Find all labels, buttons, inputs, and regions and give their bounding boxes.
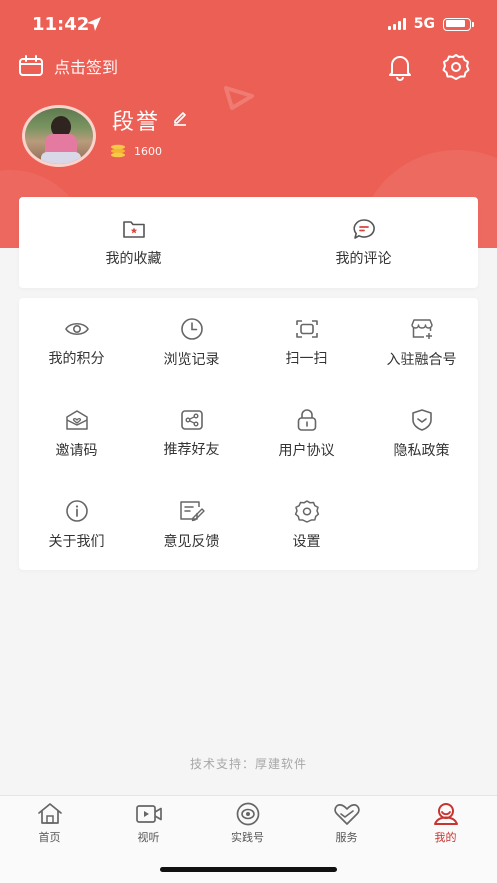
battery-icon (443, 17, 474, 31)
lock-icon (297, 409, 316, 431)
user-agreement-button[interactable]: 用户协议 (249, 389, 364, 479)
join-account-button[interactable]: 入驻融合号 (364, 298, 479, 388)
coins-value: 1600 (134, 144, 162, 158)
location-arrow-icon (87, 17, 101, 31)
tab-service[interactable]: 服务 (297, 802, 396, 845)
tab-video[interactable]: 视听 (99, 802, 198, 845)
my-points-button[interactable]: 我的积分 (19, 298, 134, 388)
settings-button[interactable]: 设置 (249, 480, 364, 570)
edit-icon[interactable] (172, 110, 188, 126)
join-account-label: 入驻融合号 (386, 352, 457, 368)
avatar[interactable] (22, 105, 96, 167)
my-comments-button[interactable]: 我的评论 (249, 197, 478, 288)
eye-icon (64, 322, 89, 336)
scan-button[interactable]: 扫一扫 (249, 298, 364, 388)
username: 段誉 (112, 110, 161, 135)
feedback-icon (179, 501, 205, 522)
my-points-label: 我的积分 (48, 351, 105, 367)
my-comments-label: 我的评论 (335, 250, 392, 267)
about-us-button[interactable]: 关于我们 (19, 480, 134, 570)
tab-home-label: 首页 (38, 831, 61, 844)
gear-icon[interactable] (442, 53, 470, 81)
share-icon (180, 410, 203, 430)
user-agreement-label: 用户协议 (278, 443, 335, 459)
envelope-heart-icon (65, 410, 88, 430)
recommend-friend-button[interactable]: 推荐好友 (134, 389, 249, 479)
calendar-icon (19, 55, 43, 76)
tab-home[interactable]: 首页 (0, 802, 99, 845)
feedback-button[interactable]: 意见反馈 (134, 480, 249, 570)
target-icon (236, 802, 259, 826)
feedback-label: 意见反馈 (163, 534, 220, 550)
privacy-policy-label: 隐私政策 (393, 443, 450, 459)
settings-label: 设置 (292, 534, 321, 550)
menu-grid-card: 我的积分 浏览记录 扫一扫 入驻融合号 邀请码 推荐好友 用户协议 隐私政策 关… (19, 298, 478, 570)
tech-support-note: 技术支持：厚建软件 (189, 757, 307, 771)
tab-practice[interactable]: 实践号 (198, 802, 297, 845)
coins-balance: 1600 (110, 144, 162, 158)
home-icon (37, 803, 62, 824)
user-icon (433, 803, 458, 825)
checkin-button[interactable]: 点击签到 (18, 54, 118, 78)
tab-mine[interactable]: 我的 (396, 802, 495, 845)
recommend-friend-label: 推荐好友 (163, 442, 220, 458)
my-favorites-label: 我的收藏 (105, 250, 162, 267)
signal-icon (387, 18, 406, 30)
status-time: 11:42 (32, 14, 90, 35)
tab-service-label: 服务 (335, 831, 358, 844)
video-icon (135, 805, 162, 823)
shield-icon (411, 409, 432, 431)
tab-mine-label: 我的 (434, 831, 457, 844)
my-favorites-button[interactable]: 我的收藏 (19, 197, 248, 288)
heart-hand-icon (333, 804, 360, 825)
comment-icon (352, 218, 375, 239)
clock-icon (180, 318, 203, 340)
browse-history-label: 浏览记录 (163, 352, 220, 368)
privacy-policy-button[interactable]: 隐私政策 (364, 389, 479, 479)
folder-star-icon (122, 220, 145, 238)
gear-icon (294, 500, 319, 523)
status-bar: 11:42 5G (0, 0, 497, 50)
info-icon (65, 500, 88, 522)
tab-practice-label: 实践号 (231, 831, 264, 844)
favorites-card: 我的收藏 我的评论 (19, 197, 478, 288)
browse-history-button[interactable]: 浏览记录 (134, 298, 249, 388)
store-icon (410, 319, 433, 339)
coins-icon (111, 144, 125, 158)
bell-icon[interactable] (387, 53, 413, 81)
about-us-label: 关于我们 (48, 534, 105, 550)
home-indicator (160, 867, 337, 872)
network-label: 5G (413, 16, 435, 32)
tab-video-label: 视听 (137, 831, 160, 844)
invite-code-label: 邀请码 (55, 443, 98, 459)
checkin-label: 点击签到 (54, 58, 119, 77)
invite-code-button[interactable]: 邀请码 (19, 389, 134, 479)
decor-triangle-icon (224, 86, 254, 110)
scan-label: 扫一扫 (285, 351, 328, 367)
scan-icon (295, 320, 318, 338)
